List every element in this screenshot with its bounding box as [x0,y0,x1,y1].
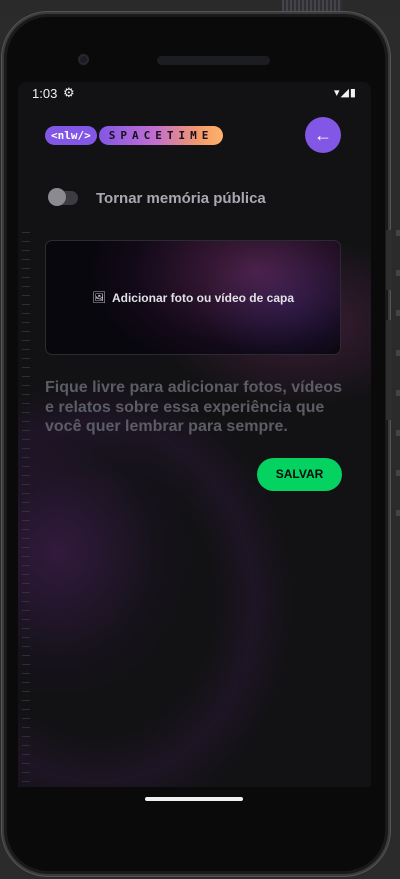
back-button[interactable]: ← [305,117,341,153]
spacetime-wordmark: SPACETIME [98,126,224,145]
status-time: 1:03 [32,86,58,101]
earpiece-speaker [157,56,270,65]
public-memory-label: Tornar memória pública [96,189,266,207]
desktop-thumbnail [282,0,342,12]
status-bar: 1:03 ⚙ ▾◢▮ [18,82,371,104]
spacetime-logo: <nlw/> SPACETIME [45,126,224,145]
editor-gutter [396,230,400,550]
switch-knob [48,188,66,206]
arrow-left-icon: ← [314,125,332,145]
navigation-area [18,787,371,847]
save-button[interactable]: SALVAR [257,458,342,491]
memory-description-input[interactable]: Fique livre para adicionar fotos, vídeos… [45,378,350,437]
home-gesture-bar[interactable] [145,797,243,801]
add-cover-media-button[interactable]: 🖼 Adicionar foto ou vídeo de capa [45,240,341,355]
image-icon: 🖼 [92,292,106,304]
system-status-icons: ▾◢▮ [333,87,357,99]
add-cover-label: Adicionar foto ou vídeo de capa [111,290,294,305]
public-memory-switch[interactable] [48,188,78,206]
volume-button[interactable] [386,320,392,420]
power-button[interactable] [386,230,392,290]
gear-icon: ⚙ [63,85,75,100]
nlw-badge: <nlw/> [45,126,97,145]
public-memory-row[interactable]: Tornar memória pública [48,188,266,208]
front-camera [78,54,89,65]
side-stripes [22,232,30,782]
app-screen: 1:03 ⚙ ▾◢▮ <nlw/> SPACETIME ← Tornar mem… [18,82,371,787]
